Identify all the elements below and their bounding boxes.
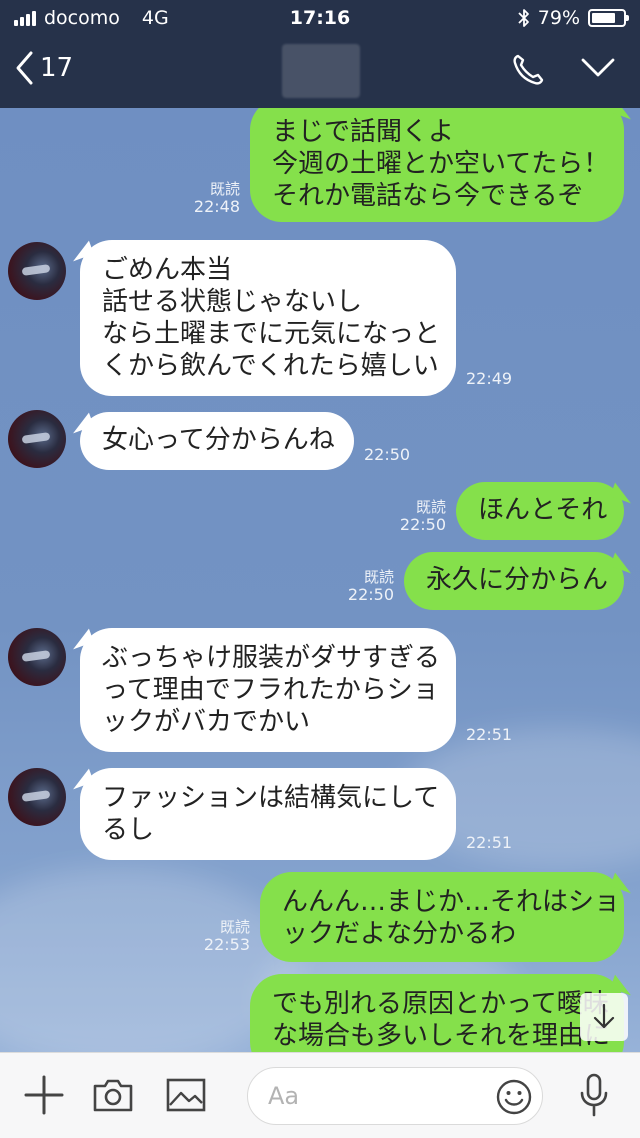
- plus-icon: [24, 1075, 64, 1115]
- message-time: 22:51: [466, 725, 513, 744]
- image-icon: [166, 1078, 206, 1112]
- chevron-left-icon: [16, 51, 33, 85]
- contact-name-redacted: [282, 44, 360, 98]
- message-bubble-outgoing[interactable]: でも別れる原因とかって曖昧 な場合も多いしそれを理由に: [250, 974, 624, 1052]
- message-input-placeholder: Aa: [268, 1082, 300, 1110]
- message-time: 22:48: [193, 197, 240, 216]
- unread-count: 17: [40, 53, 74, 83]
- message-bubble-outgoing[interactable]: ほんとそれ: [456, 482, 624, 540]
- chat-header: docomo 4G 17:16 79% 17: [0, 0, 640, 108]
- message-time: 22:49: [466, 369, 513, 388]
- message-time: 22:50: [347, 585, 394, 604]
- emoji-button[interactable]: [496, 1079, 532, 1121]
- add-button[interactable]: [24, 1075, 64, 1119]
- message-meta: 既読 22:53: [190, 918, 250, 954]
- avatar[interactable]: [8, 410, 66, 468]
- message-bubble-incoming[interactable]: ファッションは結構気にして るし: [80, 768, 456, 860]
- message-input-bar: Aa: [0, 1052, 640, 1138]
- status-right: 79%: [518, 7, 629, 29]
- arrow-down-icon: [593, 1003, 615, 1029]
- photo-button[interactable]: [166, 1077, 206, 1117]
- status-bar: docomo 4G 17:16 79%: [0, 0, 640, 36]
- back-button[interactable]: 17: [14, 50, 73, 86]
- battery-percent: 79%: [537, 7, 580, 29]
- scroll-to-bottom-button[interactable]: [580, 993, 628, 1041]
- read-receipt: 既読: [209, 180, 240, 198]
- voice-button[interactable]: [578, 1073, 610, 1121]
- message-time: 22:53: [203, 935, 250, 954]
- battery-icon: [588, 9, 629, 27]
- read-receipt: 既読: [415, 498, 446, 516]
- chevron-down-icon: [581, 58, 615, 77]
- message-bubble-incoming[interactable]: ぶっちゃけ服装がダサすぎる って理由でフラれたからショ ックがバカでかい: [80, 628, 456, 752]
- smiley-icon: [496, 1079, 532, 1115]
- message-bubble-outgoing[interactable]: んんん…まじか…それはショ ックだよな分かるわ: [260, 872, 624, 962]
- message-bubble-incoming[interactable]: 女心って分からんね: [80, 412, 354, 470]
- message-meta: 既読 22:48: [180, 180, 240, 216]
- avatar[interactable]: [8, 242, 66, 300]
- chat-area[interactable]: まじで話聞くよ 今週の土曜とか空いてたら！ それか電話なら今できるぞ 既読 22…: [0, 108, 640, 1052]
- message-input[interactable]: Aa: [247, 1067, 543, 1125]
- read-receipt: 既読: [363, 568, 394, 586]
- microphone-icon: [580, 1073, 608, 1117]
- message-meta: 既読 22:50: [386, 498, 446, 534]
- message-meta: 既読 22:50: [334, 568, 394, 604]
- read-receipt: 既読: [219, 918, 250, 936]
- message-bubble-outgoing[interactable]: 永久に分からん: [404, 552, 624, 610]
- message-bubble-incoming[interactable]: ごめん本当 話せる状態じゃないし なら土曜までに元気になっと くから飲んでくれた…: [80, 240, 456, 396]
- camera-icon: [93, 1079, 133, 1112]
- message-time: 22:50: [399, 515, 446, 534]
- message-bubble-outgoing[interactable]: まじで話聞くよ 今週の土曜とか空いてたら！ それか電話なら今できるぞ: [250, 108, 624, 222]
- avatar[interactable]: [8, 628, 66, 686]
- camera-button[interactable]: [92, 1077, 134, 1117]
- message-time: 22:50: [364, 445, 411, 464]
- phone-icon: [513, 54, 544, 85]
- avatar[interactable]: [8, 768, 66, 826]
- menu-toggle-button[interactable]: [580, 56, 616, 84]
- bluetooth-icon: [518, 9, 529, 27]
- nav-bar: 17: [0, 36, 640, 108]
- message-time: 22:51: [466, 833, 513, 852]
- call-button[interactable]: [510, 52, 546, 92]
